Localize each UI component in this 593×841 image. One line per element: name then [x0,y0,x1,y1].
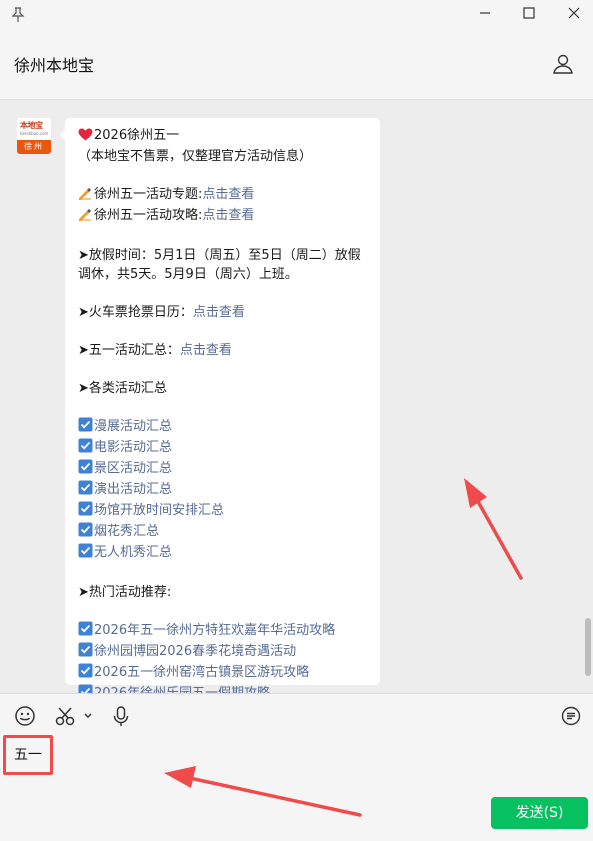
hot-list: 2026年五一徐州方特狂欢嘉年华活动攻略 徐州园博园2026春季花境奇遇活动 202… [78,621,367,693]
hot-activity-item[interactable]: 2026年五一徐州方特狂欢嘉年华活动攻略 [78,621,367,642]
checkbox-icon [78,417,93,438]
checkbox-icon [78,543,93,564]
hot-activity-link[interactable]: 2026年徐州乐园五一假期攻略 [94,686,270,693]
category-link[interactable]: 漫展活动汇总 [94,419,172,434]
categories-list: 漫展活动汇总 电影活动汇总 景区活动汇总 演出活动汇总场馆开放时间安排汇总 烟花秀汇总无… [78,417,367,564]
category-link[interactable]: 景区活动汇总 [94,461,172,476]
heart-icon [78,128,93,147]
avatar-logo: 本地宝 [20,121,43,130]
hot-activity-item[interactable]: 2026年徐州乐园五一假期攻略 [78,684,367,693]
categories-heading: ➤各类活动汇总 [78,381,167,396]
checkbox-icon [78,621,93,642]
hot-heading: ➤热门活动推荐: [78,585,172,600]
checkbox-icon [78,522,93,543]
message-input-area[interactable]: 五一 发送(S) [0,735,593,841]
avatar-city: 徐州 [17,140,51,154]
category-item[interactable]: 无人机秀汇总 [78,543,367,564]
summary-line: ➤五一活动汇总：点击查看 [78,343,232,358]
message-subtitle: （本地宝不售票，仅整理官方活动信息） [78,149,313,164]
send-button[interactable]: 发送(S) [491,797,588,829]
category-item[interactable]: 烟花秀汇总 [78,522,367,543]
pin-icon[interactable] [10,6,26,24]
guide-line: 徐州五一活动攻略:点击查看 [78,206,367,227]
hot-activity-item[interactable]: 徐州园博园2026春季花境奇遇活动 [78,642,367,663]
category-link[interactable]: 演出活动汇总 [94,482,172,497]
checkbox-icon [78,501,93,522]
guide-link[interactable]: 点击查看 [202,208,254,223]
chat-area[interactable]: 本地宝 bendibao.com 徐州 2026徐州五一 （本地宝不售票，仅整理… [0,101,593,693]
input-toolbar [0,693,593,735]
checkbox-icon [78,684,93,693]
chat-title: 徐州本地宝 [14,56,95,75]
avatar-url: bendibao.com [20,131,49,136]
close-icon[interactable] [563,4,585,26]
category-link[interactable]: 电影活动汇总 [94,440,172,455]
maximize-icon[interactable] [518,4,540,26]
writing-hand-icon [78,207,93,227]
minimize-icon[interactable] [474,4,496,26]
chat-history-icon[interactable] [560,705,582,727]
user-profile-icon[interactable] [551,52,575,76]
category-link[interactable]: 场馆开放时间安排汇总 [94,503,224,518]
checkbox-icon [78,459,93,480]
hot-activity-link[interactable]: 2026年五一徐州方特狂欢嘉年华活动攻略 [94,623,335,638]
category-item[interactable]: 演出活动汇总 [78,480,367,501]
topic-link[interactable]: 点击查看 [202,187,254,202]
checkbox-icon [78,438,93,459]
topic-line: 徐州五一活动专题:点击查看 [78,185,367,206]
chat-header: 徐州本地宝 [0,30,593,100]
screenshot-scissors-icon[interactable] [54,705,94,727]
window-titlebar [0,0,593,30]
chat-scrollbar[interactable] [585,618,591,676]
category-link[interactable]: 烟花秀汇总 [94,524,159,539]
category-item[interactable]: 漫展活动汇总 [78,417,367,438]
message-title-line: 2026徐州五一 [78,126,367,147]
train-line: ➤火车票抢票日历：点击查看 [78,305,245,320]
hot-activity-link[interactable]: 徐州园博园2026春季花境奇遇活动 [94,644,296,659]
checkbox-icon [78,663,93,684]
hot-activity-link[interactable]: 2026五一徐州窑湾古镇景区游玩攻略 [94,665,309,680]
category-item[interactable]: 电影活动汇总 [78,438,367,459]
category-item[interactable]: 场馆开放时间安排汇总 [78,501,367,522]
summary-link[interactable]: 点击查看 [180,343,232,358]
hot-activity-item[interactable]: 2026五一徐州窑湾古镇景区游玩攻略 [78,663,367,684]
train-link[interactable]: 点击查看 [193,305,245,320]
checkbox-icon [78,480,93,501]
emoji-icon[interactable] [14,705,36,727]
sender-avatar[interactable]: 本地宝 bendibao.com 徐州 [17,118,51,154]
checkbox-icon [78,642,93,663]
holiday-info: ➤放假时间：5月1日（周五）至5日（周二）放假调休，共5天。5月9日（周六）上班… [78,248,361,282]
input-highlight-box [3,735,53,775]
category-link[interactable]: 无人机秀汇总 [94,545,172,560]
writing-hand-icon [78,186,93,206]
message-bubble: 2026徐州五一 （本地宝不售票，仅整理官方活动信息） 徐州五一活动专题:点击查… [60,118,380,693]
microphone-icon[interactable] [110,705,132,727]
category-item[interactable]: 景区活动汇总 [78,459,367,480]
